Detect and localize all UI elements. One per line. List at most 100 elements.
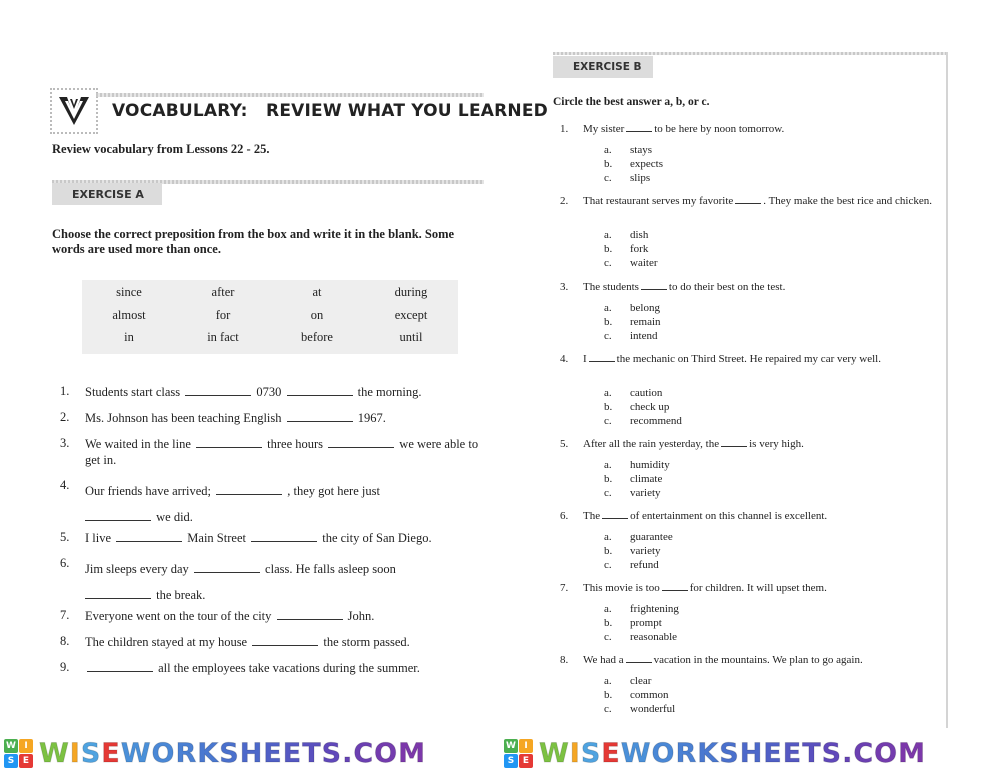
question-text: I live Main Street the city of San Diego…	[85, 530, 490, 546]
answer-blank[interactable]	[286, 385, 353, 396]
answer-blank[interactable]	[721, 438, 748, 447]
answer-blank[interactable]	[626, 123, 653, 132]
option-letter: a.	[604, 387, 612, 399]
answer-option[interactable]: b. variety	[604, 544, 673, 558]
answer-option[interactable]: b. remain	[604, 315, 661, 329]
answer-blank[interactable]	[185, 385, 252, 396]
option-text: humidity	[630, 459, 670, 471]
option-text: variety	[630, 545, 661, 557]
question-text: all the employees take vacations during …	[85, 660, 490, 676]
question-text-before: This movie is too	[583, 582, 660, 594]
question-text-after: of entertainment on this channel is exce…	[630, 510, 828, 522]
answer-options: a. stays b. expects c. slips	[604, 143, 663, 185]
option-letter: a.	[604, 531, 612, 543]
answer-blank[interactable]	[625, 654, 652, 663]
chevron-logo-icon	[59, 97, 89, 125]
word-box-item: except	[394, 307, 428, 322]
answer-option[interactable]: c. intend	[604, 329, 661, 343]
question-text-before: The	[583, 510, 601, 522]
answer-option[interactable]: c. wonderful	[604, 702, 675, 716]
option-text: guarantee	[630, 531, 673, 543]
question-number: 6.	[560, 510, 569, 522]
brand-letter: O	[874, 737, 899, 769]
answer-blank[interactable]	[216, 484, 283, 495]
answer-option[interactable]: b. common	[604, 688, 675, 702]
option-letter: c.	[604, 559, 612, 571]
answer-blank[interactable]	[85, 510, 151, 521]
answer-blank[interactable]	[196, 437, 263, 448]
question-text-after: vacation in the mountains. We plan to go…	[653, 654, 863, 666]
exercise-a-instructions: Choose the correct preposition from the …	[52, 227, 455, 256]
answer-option[interactable]: a. guarantee	[604, 530, 673, 544]
answer-option[interactable]: a. stays	[604, 143, 663, 157]
answer-blank[interactable]	[286, 411, 353, 422]
question-number: 3.	[560, 281, 569, 293]
answer-option[interactable]: c. recommend	[604, 414, 682, 428]
question-text-part: Everyone went on the tour of the city	[85, 609, 272, 623]
question-text-after: for children. It will upset them.	[689, 582, 827, 594]
option-text: check up	[630, 401, 670, 413]
brand-letter: .	[342, 737, 354, 769]
answer-blank[interactable]	[602, 510, 629, 519]
question-text-part: the break.	[156, 588, 206, 602]
answer-option[interactable]: b. expects	[604, 157, 663, 171]
question-text-part: the city of San Diego.	[322, 531, 432, 545]
logo-tile: I	[519, 738, 533, 753]
question-text-part: we did.	[156, 510, 193, 524]
exercise-b-rule	[553, 52, 946, 55]
answer-blank[interactable]	[328, 437, 395, 448]
answer-blank[interactable]	[735, 195, 762, 204]
answer-option[interactable]: a. belong	[604, 301, 661, 315]
answer-option[interactable]: c. waiter	[604, 256, 657, 270]
answer-option[interactable]: a. dish	[604, 228, 657, 242]
brand-letter: S	[321, 737, 343, 769]
answer-blank[interactable]	[640, 281, 667, 290]
option-letter: c.	[604, 330, 612, 342]
answer-blank[interactable]	[193, 562, 260, 573]
option-letter: a.	[604, 459, 612, 471]
answer-option[interactable]: a. clear	[604, 674, 675, 688]
option-letter: a.	[604, 675, 612, 687]
option-letter: b.	[604, 689, 613, 701]
question-text: My sister to be here by noon tomorrow.	[583, 123, 943, 137]
answer-option[interactable]: c. slips	[604, 171, 663, 185]
word-box-item: after	[211, 285, 235, 299]
answer-blank[interactable]	[588, 353, 615, 362]
answer-blank[interactable]	[116, 531, 183, 542]
answer-option[interactable]: c. reasonable	[604, 630, 679, 644]
question-text: Ithe mechanic on Third Street. He repair…	[583, 353, 943, 367]
option-text: variety	[630, 487, 661, 499]
answer-option[interactable]: a. humidity	[604, 458, 670, 472]
answer-blank[interactable]	[87, 661, 153, 672]
question-number: 4.	[60, 478, 70, 492]
answer-option[interactable]: b. check up	[604, 400, 682, 414]
question-text-before: My sister	[583, 123, 625, 135]
option-letter: c.	[604, 257, 612, 269]
answer-blank[interactable]	[661, 582, 688, 591]
brand-letter: O	[151, 737, 176, 769]
answer-option[interactable]: a. frightening	[604, 602, 679, 616]
answer-option[interactable]: b. prompt	[604, 616, 679, 630]
answer-option[interactable]: a. caution	[604, 386, 682, 400]
answer-option[interactable]: c. variety	[604, 486, 670, 500]
brand-letter: O	[374, 737, 399, 769]
brand-letter: H	[739, 737, 764, 769]
answer-blank[interactable]	[85, 588, 151, 599]
brand-letter: E	[763, 737, 783, 769]
answer-blank[interactable]	[276, 609, 343, 620]
answer-option[interactable]: c. refund	[604, 558, 673, 572]
answer-option[interactable]: b. fork	[604, 242, 657, 256]
title-rule	[96, 93, 484, 97]
exercise-a-label: EXERCISE A	[52, 183, 162, 205]
question-text: After all the rain yesterday, the is very…	[583, 438, 943, 452]
question-text: The of entertainment on this channel is e…	[583, 510, 943, 524]
brand-letter: W	[39, 737, 70, 769]
question-text-part: Students start class	[85, 385, 181, 399]
brand-letter: T	[802, 737, 822, 769]
option-letter: b.	[604, 316, 613, 328]
answer-blank[interactable]	[251, 531, 318, 542]
answer-option[interactable]: b. climate	[604, 472, 670, 486]
logo-tile: S	[504, 753, 518, 768]
option-text: common	[630, 689, 669, 701]
answer-blank[interactable]	[252, 635, 319, 646]
